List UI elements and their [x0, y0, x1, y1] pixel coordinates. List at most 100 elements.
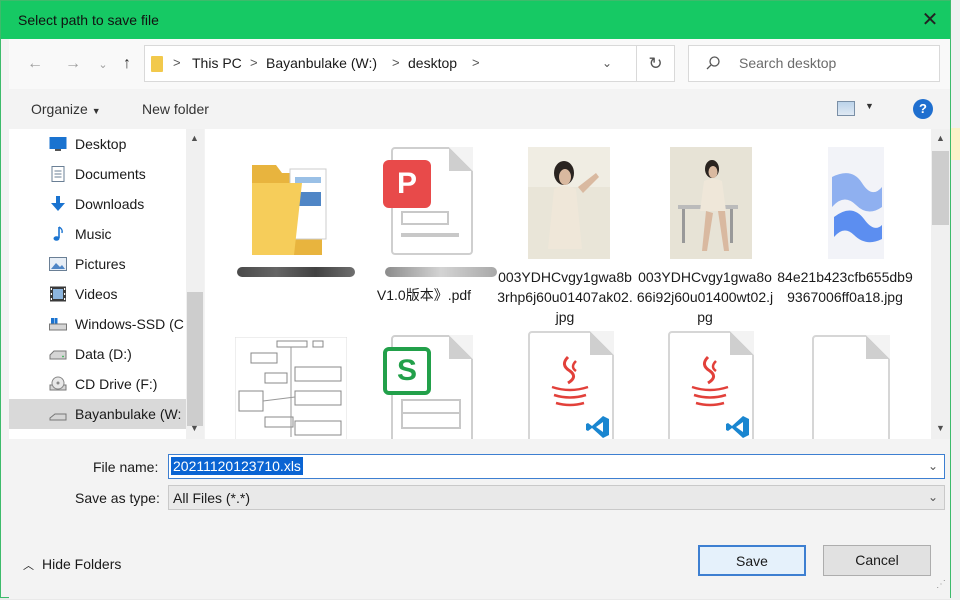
navigation-row: ← → ⌄ ↑ > This PC > Bayanbulake (W:) > d… — [9, 39, 950, 89]
organize-label: Organize — [31, 101, 88, 117]
window-title: Select path to save file — [18, 12, 159, 28]
help-icon[interactable]: ? — [913, 99, 933, 119]
organize-menu[interactable]: Organize ▼ — [31, 101, 101, 117]
table-line — [401, 412, 461, 414]
page-fold — [730, 331, 754, 355]
file-name: 84e21b423cfb655db99367006ff0a18.jpg — [777, 269, 913, 305]
breadcrumb-desktop[interactable]: desktop — [408, 55, 457, 71]
refresh-button[interactable]: ↻ — [637, 45, 675, 82]
chevron-down-icon[interactable]: ⌄ — [928, 490, 938, 504]
nav-item-label: Videos — [75, 286, 118, 302]
hide-folders-label: Hide Folders — [42, 556, 122, 572]
file-item[interactable] — [215, 325, 353, 439]
caret-down-icon: ▼ — [91, 106, 101, 116]
nav-item-windows-ssd[interactable]: Windows-SSD (C — [9, 309, 186, 339]
network-drive-icon — [49, 413, 67, 421]
file-name: V1.0版本》.pdf — [376, 287, 472, 303]
close-icon[interactable]: ✕ — [917, 7, 943, 33]
nav-item-label: CD Drive (F:) — [75, 376, 158, 392]
nav-item-bayanbulake[interactable]: Bayanbulake (W: — [9, 399, 186, 429]
nav-scrollbar[interactable]: ▲ ▼ — [186, 129, 204, 439]
save-type-select[interactable]: All Files (*.*) ⌄ — [168, 485, 945, 510]
scroll-up-icon[interactable]: ▲ — [936, 133, 945, 143]
file-item[interactable]: 84e21b423cfb655db99367006ff0a18.jpg — [776, 135, 914, 321]
cancel-button[interactable]: Cancel — [823, 545, 931, 576]
wps-pdf-badge-icon: P — [383, 160, 431, 208]
save-form: File name: 20211120123710.xls ⌄ Save as … — [9, 439, 950, 599]
back-arrow-icon[interactable]: ← — [23, 52, 47, 76]
breadcrumb-chevron-icon[interactable]: > — [472, 55, 480, 70]
file-item[interactable] — [776, 325, 914, 439]
nav-item-documents[interactable]: Documents — [9, 159, 186, 189]
page-fold — [590, 331, 614, 355]
java-coffee-icon — [551, 355, 589, 407]
diagram-thumbnail — [235, 337, 347, 439]
image-thumbnail — [828, 147, 884, 259]
scrollbar-thumb[interactable] — [187, 292, 203, 426]
save-type-value: All Files (*.*) — [173, 490, 251, 506]
file-name-input[interactable]: 20211120123710.xls ⌄ — [168, 454, 945, 479]
forward-arrow-icon[interactable]: → — [61, 52, 85, 76]
file-list-scrollbar[interactable]: ▲ ▼ — [931, 129, 950, 439]
breadcrumb-drive[interactable]: Bayanbulake (W:) — [266, 55, 377, 71]
scroll-down-icon[interactable]: ▼ — [190, 423, 199, 433]
page-fold — [449, 147, 473, 171]
chevron-down-icon[interactable]: ⌄ — [602, 56, 612, 70]
refresh-icon: ↻ — [648, 53, 663, 73]
command-bar: Organize ▼ New folder ▼ ? — [9, 89, 950, 129]
search-box[interactable]: Search desktop — [688, 45, 940, 82]
page-fold — [866, 335, 890, 359]
drive-icon — [49, 350, 67, 360]
file-item[interactable]: S — [355, 325, 493, 439]
scrollbar-thumb[interactable] — [932, 151, 949, 225]
documents-icon — [51, 166, 65, 182]
nav-item-music[interactable]: Music — [9, 219, 186, 249]
nav-item-label: Bayanbulake (W: — [75, 406, 182, 422]
nav-item-label: Downloads — [75, 196, 145, 212]
breadcrumb-this-pc[interactable]: This PC — [192, 55, 242, 71]
up-arrow-icon[interactable]: ↑ — [115, 52, 139, 76]
file-item[interactable]: 003YDHCvgy1gwa8o66i92j60u01400wt02.jpg — [636, 135, 774, 325]
file-item[interactable]: 003YDHCvgy1gwa8b3rhp6j60u01407ak02.jpg — [496, 135, 634, 325]
nav-item-desktop[interactable]: Desktop — [9, 129, 186, 159]
downloads-icon — [51, 196, 65, 211]
save-button[interactable]: Save — [698, 545, 806, 576]
hide-folders-button[interactable]: ︿ Hide Folders — [23, 556, 121, 573]
nav-item-downloads[interactable]: Downloads — [9, 189, 186, 219]
nav-item-label: Data (D:) — [75, 346, 132, 362]
view-options-icon[interactable] — [837, 101, 855, 116]
file-item[interactable] — [215, 135, 355, 321]
file-name-value: 20211120123710.xls — [171, 457, 303, 475]
breadcrumb-chevron-icon[interactable]: > — [392, 55, 400, 70]
nav-item-cd-drive[interactable]: CD Drive (F:) — [9, 369, 186, 399]
chevron-up-icon: ︿ — [23, 560, 34, 572]
videos-icon — [50, 286, 66, 302]
file-item[interactable] — [496, 325, 634, 439]
cd-drive-icon — [49, 376, 67, 391]
file-item[interactable] — [636, 325, 774, 439]
file-name-label: File name: — [93, 459, 159, 475]
music-icon — [53, 226, 63, 241]
blurred-filename — [237, 267, 355, 277]
breadcrumb-chevron-icon[interactable]: > — [173, 55, 181, 70]
java-coffee-icon — [691, 355, 729, 407]
search-placeholder: Search desktop — [739, 55, 837, 71]
recent-locations-chevron-icon[interactable]: ⌄ — [91, 52, 115, 76]
vscode-icon — [586, 416, 609, 438]
file-item[interactable]: P V1.0版本》.pdf — [355, 135, 497, 321]
scroll-up-icon[interactable]: ▲ — [190, 133, 199, 143]
scroll-down-icon[interactable]: ▼ — [936, 423, 945, 433]
resize-grip-icon[interactable]: ⋰ — [936, 579, 946, 590]
address-bar[interactable]: > This PC > Bayanbulake (W:) > desktop >… — [144, 45, 637, 82]
new-folder-button[interactable]: New folder — [142, 101, 209, 117]
caret-down-icon[interactable]: ▼ — [865, 101, 874, 111]
nav-item-data-drive[interactable]: Data (D:) — [9, 339, 186, 369]
nav-item-videos[interactable]: Videos — [9, 279, 186, 309]
chevron-down-icon[interactable]: ⌄ — [928, 459, 938, 473]
blank-file-icon — [812, 335, 890, 439]
background-tab — [950, 128, 960, 160]
folder-icon — [151, 56, 163, 72]
nav-item-pictures[interactable]: Pictures — [9, 249, 186, 279]
breadcrumb-chevron-icon[interactable]: > — [250, 55, 258, 70]
drive-icon — [49, 318, 67, 331]
